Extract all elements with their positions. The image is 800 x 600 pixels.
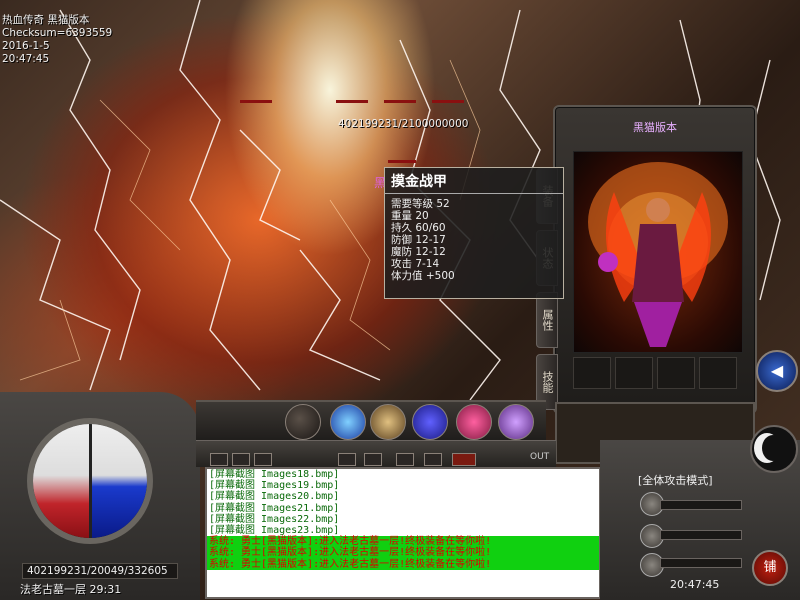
belt-slot-scroll[interactable] [285, 404, 321, 440]
belt-slot-item[interactable] [498, 404, 534, 440]
level-gauge [660, 500, 742, 510]
chat-line: [屏幕截图 Images22.bmp] [209, 513, 340, 525]
stat-hp-bonus: 体力值 +500 [391, 270, 455, 282]
toolbar-button[interactable] [424, 453, 442, 466]
system-message: 系统: 勇士[黑猫版本]:进入法老古墓一层!终极装备在等你啦! [207, 558, 599, 570]
equip-slot[interactable] [573, 357, 611, 389]
weight-gauge [660, 558, 742, 568]
equip-slot[interactable] [657, 357, 695, 389]
out-label[interactable]: OUT [530, 452, 549, 462]
exp-gauge [660, 530, 742, 540]
hp-mp-readout: 402199231/20049/332605 [22, 563, 178, 579]
chat-line: [屏幕截图 Images20.bmp] [209, 491, 340, 503]
system-message: 系统: 勇士[黑猫版本]:进入法老古墓一层!终极装备在等你啦! [207, 547, 599, 559]
toolbar-button[interactable] [364, 453, 382, 466]
orb-divider [89, 424, 92, 538]
shop-button[interactable]: 铺 [752, 550, 788, 586]
belt-slot-scroll[interactable] [370, 404, 406, 440]
character-panel: 黑猫版本 [553, 105, 757, 414]
target-hp-bar [240, 100, 272, 103]
system-message: 系统: 勇士[黑猫版本]:进入法老古墓一层!终极装备在等你啦! [207, 536, 599, 548]
stat-level: 需要等级 52 [391, 198, 450, 210]
toolbar-button[interactable] [254, 453, 272, 466]
chat-line: [屏幕截图 Images19.bmp] [209, 480, 340, 492]
toolbar-button[interactable] [210, 453, 228, 466]
belt-slot-mp-potion[interactable] [412, 404, 448, 440]
equip-slot[interactable] [699, 357, 737, 389]
time-text: 20:47:45 [2, 53, 50, 65]
chat-line: [屏幕截图 Images18.bmp] [209, 469, 340, 480]
hp-mp-orb [27, 418, 153, 544]
chat-line: [屏幕截图 Images23.bmp] [209, 525, 340, 537]
add-button[interactable] [452, 453, 476, 466]
target-hp-bar [336, 100, 368, 103]
tab-attributes[interactable]: 属性 [536, 292, 558, 348]
target-hp-text: 402199231/2100000000 [338, 118, 469, 130]
game-clock: 20:47:45 [670, 578, 720, 591]
stat-attack: 攻击 7-14 [391, 258, 440, 270]
sound-icon[interactable]: ◀ [756, 350, 798, 392]
stat-defense: 防御 12-17 [391, 234, 446, 246]
toolbar-button[interactable] [232, 453, 250, 466]
belt-slot-orb[interactable] [330, 404, 366, 440]
target-hp-bar [388, 160, 416, 163]
item-tooltip: 摸金战甲 需要等级 52 重量 20 持久 60/60 防御 12-17 魔防 … [384, 167, 564, 299]
map-location: 法老古墓一层 29:31 [20, 583, 122, 596]
chat-line: [屏幕截图 Images21.bmp] [209, 502, 340, 514]
attack-mode[interactable]: [全体攻击模式] [638, 472, 713, 488]
stat-weight: 重量 20 [391, 210, 429, 222]
item-stats: 需要等级 52 重量 20 持久 60/60 防御 12-17 魔防 12-12… [385, 194, 563, 282]
stat-durability: 持久 60/60 [391, 222, 446, 234]
mp-orb-fill [90, 424, 147, 538]
belt-slot-hp-potion[interactable] [456, 404, 492, 440]
toolbar-button[interactable] [396, 453, 414, 466]
character-figure [588, 162, 728, 347]
day-night-icon [750, 425, 798, 473]
panel-title: 黑猫版本 [633, 121, 677, 134]
character-preview [573, 151, 743, 353]
target-hp-bar [432, 100, 464, 103]
stat-magic-defense: 魔防 12-12 [391, 246, 446, 258]
target-hp-bar [384, 100, 416, 103]
item-name: 摸金战甲 [385, 168, 563, 194]
game-title: 热血传奇 黑猫版本 [2, 14, 90, 26]
toolbar-button[interactable] [338, 453, 356, 466]
date-text: 2016-1-5 [2, 40, 50, 52]
equip-slot[interactable] [615, 357, 653, 389]
checksum-text: Checksum=6393559 [2, 27, 113, 39]
chat-window[interactable]: [屏幕截图 Images18.bmp] [屏幕截图 Images19.bmp] … [205, 467, 601, 599]
hp-orb-fill [33, 424, 90, 538]
